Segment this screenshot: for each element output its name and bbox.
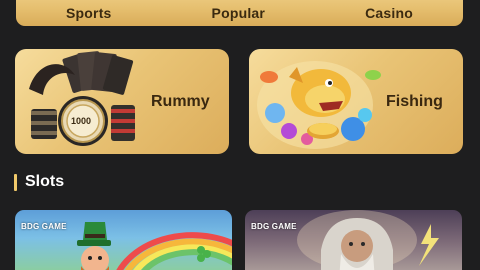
category-tab-bar: Sports Popular Casino: [16, 0, 463, 26]
fishing-game-card[interactable]: Fishing: [249, 49, 463, 154]
section-header-slots: Slots: [14, 172, 64, 192]
slot-game-thumbnail[interactable]: BDG GAME: [15, 210, 232, 270]
chip-value-label: 1000: [71, 116, 92, 126]
section-title: Slots: [25, 173, 65, 190]
leprechaun-art-icon: [77, 222, 232, 270]
tab-sports[interactable]: Sports: [66, 5, 112, 21]
tab-popular[interactable]: Popular: [212, 5, 266, 21]
app-screen: Sports Popular Casino 1000 Rummy Fishing…: [0, 0, 480, 270]
zeus-art-icon: [297, 210, 439, 270]
slot-brand-label: BDG GAME: [251, 222, 297, 231]
slot-brand-label: BDG GAME: [21, 222, 67, 231]
tab-casino[interactable]: Casino: [365, 5, 413, 21]
rummy-label: Rummy: [151, 93, 210, 110]
rummy-game-card[interactable]: 1000 Rummy: [15, 49, 229, 154]
slot-game-thumbnail[interactable]: BDG GAME: [245, 210, 462, 270]
section-accent-bar: [14, 173, 17, 191]
fishing-label: Fishing: [386, 93, 443, 110]
